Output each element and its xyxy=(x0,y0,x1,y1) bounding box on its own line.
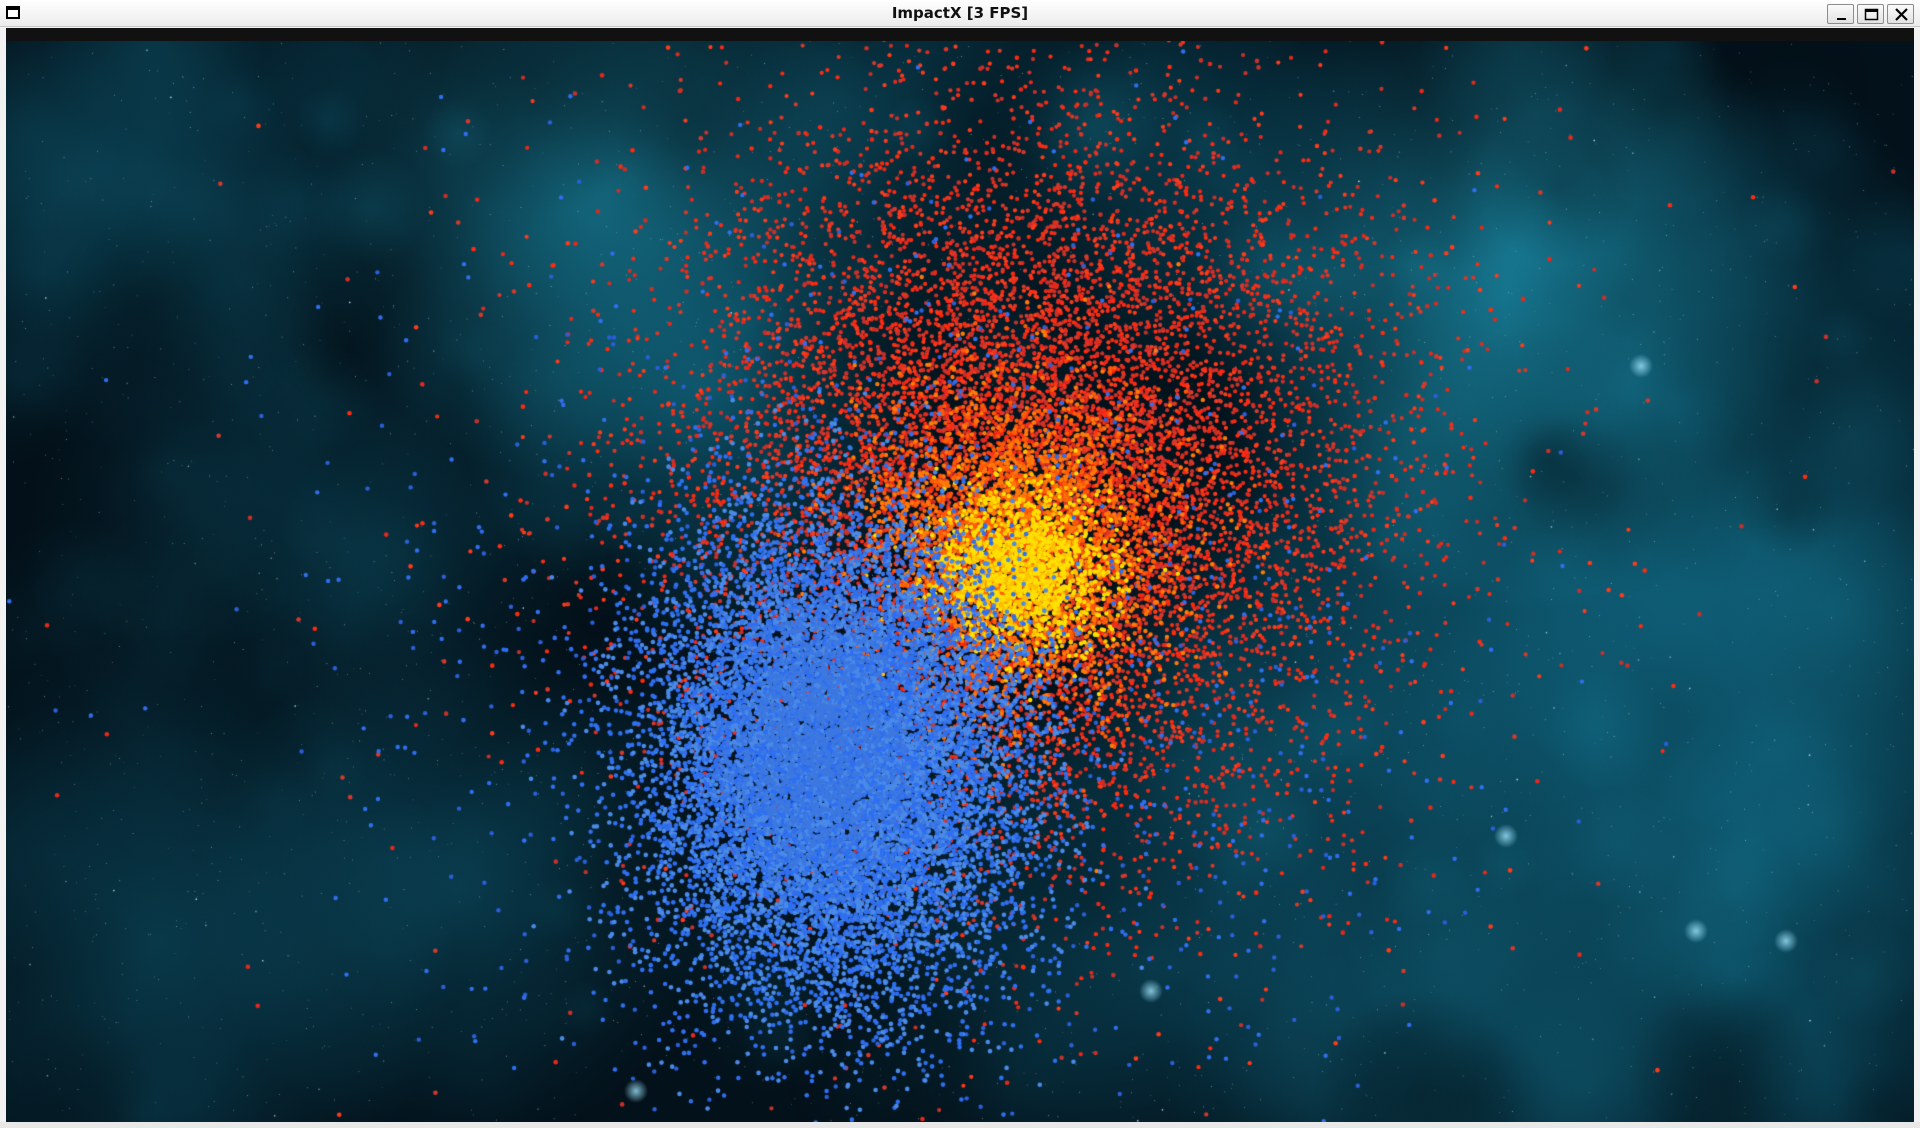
application-window: ImpactX [3 FPS] xyxy=(0,0,1920,1128)
minimize-icon xyxy=(1837,18,1846,20)
simulation-viewport[interactable] xyxy=(6,28,1914,1122)
close-button[interactable] xyxy=(1887,4,1914,24)
title-bar[interactable]: ImpactX [3 FPS] xyxy=(0,0,1920,27)
maximize-button[interactable] xyxy=(1857,4,1884,24)
close-icon xyxy=(1895,8,1908,21)
particle-scene-canvas[interactable] xyxy=(6,41,1914,1122)
maximize-icon xyxy=(1864,8,1879,21)
window-bottom-border xyxy=(0,1122,1920,1128)
minimize-button[interactable] xyxy=(1827,4,1854,24)
viewport-top-strip xyxy=(6,28,1914,41)
window-menu-icon[interactable] xyxy=(6,6,20,19)
window-title: ImpactX [3 FPS] xyxy=(891,4,1029,22)
